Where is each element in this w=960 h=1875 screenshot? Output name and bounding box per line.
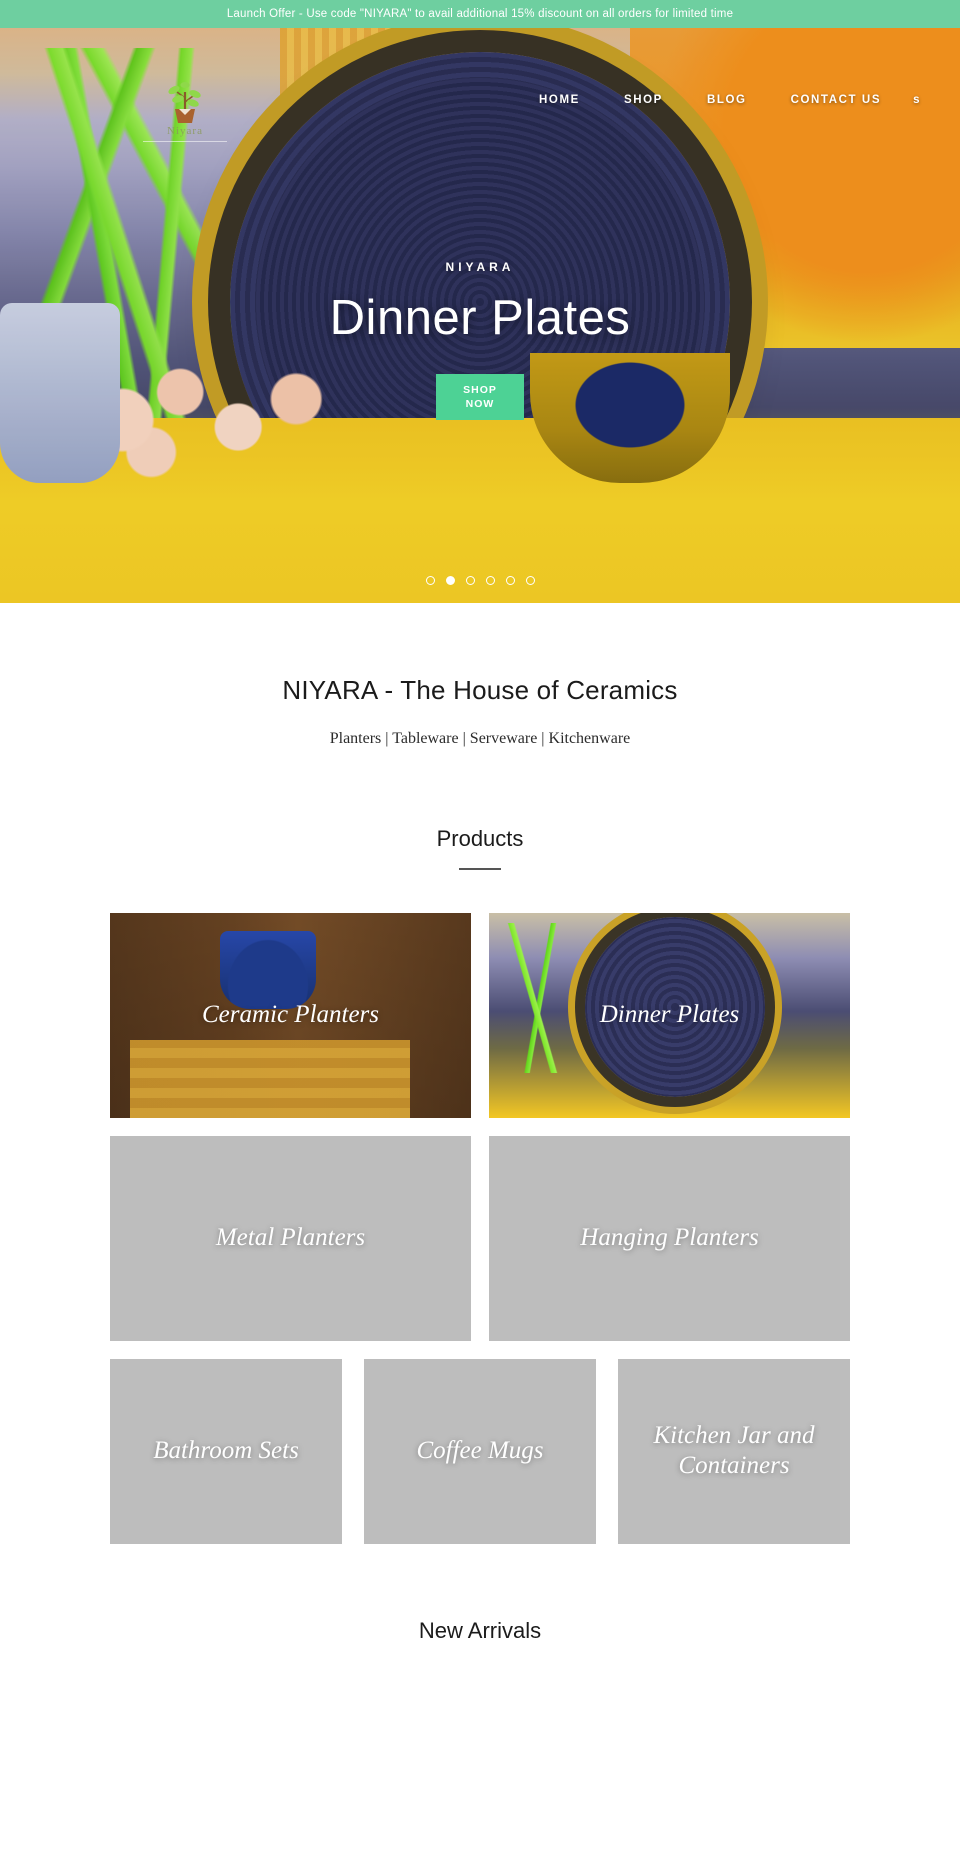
nav-item-contact-us[interactable]: CONTACT US	[769, 94, 904, 106]
shop-now-line2: NOW	[465, 398, 495, 410]
intro-subtitle: Planters | Tableware | Serveware | Kitch…	[329, 730, 631, 747]
shop-now-line1: SHOP	[463, 383, 497, 396]
product-tile-bathroom-sets[interactable]: Bathroom Sets	[110, 1358, 342, 1544]
product-tile-kitchen-jar-and-containers[interactable]: Kitchen Jar and Containers	[618, 1358, 850, 1544]
new-arrivals-title: New Arrivals	[418, 1617, 542, 1643]
intro-section: NIYARA - The House of Ceramics Planters …	[0, 603, 960, 748]
hero-carousel: Niyara HOME SHOP BLOG CONTACT US s NIYAR…	[0, 28, 960, 603]
new-arrivals-section: New Arrivals	[0, 1562, 960, 1644]
nav-item-home[interactable]: HOME	[517, 94, 602, 106]
main-navigation: HOME SHOP BLOG CONTACT US s	[517, 94, 926, 106]
products-row-2: Metal Planters Hanging Planters	[110, 1135, 850, 1341]
logo-underline	[143, 141, 227, 142]
product-tile-label: Kitchen Jar and Containers	[653, 1422, 815, 1479]
product-tile-label: Hanging Planters	[580, 1224, 759, 1251]
products-grid: Ceramic Planters Dinner Plates Metal Pla…	[110, 912, 850, 1544]
site-header: Niyara HOME SHOP BLOG CONTACT US s	[0, 28, 960, 142]
carousel-dots	[0, 576, 960, 585]
product-tile-label: Bathroom Sets	[153, 1437, 299, 1464]
announcement-bar: Launch Offer - Use code "NIYARA" to avai…	[0, 0, 960, 28]
seedling-in-pot-icon	[157, 78, 213, 124]
product-tile-label: Ceramic Planters	[201, 1001, 380, 1028]
product-tile-hanging-planters[interactable]: Hanging Planters	[489, 1135, 850, 1341]
hero-title: Dinner Plates	[329, 291, 631, 345]
carousel-dot-5[interactable]	[505, 576, 515, 585]
logo-wordmark: Niyara	[167, 125, 203, 137]
product-tile-coffee-mugs[interactable]: Coffee Mugs	[364, 1358, 596, 1544]
nav-item-shop[interactable]: SHOP	[602, 94, 685, 106]
product-tile-label: Coffee Mugs	[416, 1437, 544, 1464]
nav-item-overflow[interactable]: s	[903, 94, 926, 106]
products-title-divider	[459, 868, 501, 870]
announcement-text: Launch Offer - Use code "NIYARA" to avai…	[226, 8, 734, 20]
carousel-dot-1[interactable]	[425, 576, 435, 585]
product-tile-metal-planters[interactable]: Metal Planters	[110, 1135, 471, 1341]
product-tile-label: Metal Planters	[215, 1224, 366, 1251]
carousel-dot-6[interactable]	[525, 576, 535, 585]
carousel-dot-4[interactable]	[485, 576, 495, 585]
intro-title: NIYARA - The House of Ceramics	[282, 675, 678, 705]
product-tile-label: Dinner Plates	[599, 1001, 740, 1028]
carousel-dot-3[interactable]	[465, 576, 475, 585]
products-row-1: Ceramic Planters Dinner Plates	[110, 912, 850, 1118]
product-tile-ceramic-planters[interactable]: Ceramic Planters	[110, 912, 471, 1118]
shop-now-button[interactable]: SHOP NOW	[436, 374, 524, 420]
site-logo[interactable]: Niyara	[130, 78, 240, 142]
product-tile-dinner-plates[interactable]: Dinner Plates	[489, 912, 850, 1118]
products-row-3: Bathroom Sets Coffee Mugs Kitchen Jar an…	[110, 1358, 850, 1544]
hero-eyebrow: NIYARA	[445, 260, 515, 274]
products-section: Products Ceramic Planters Dinner Plates …	[0, 748, 960, 1544]
hero-content: NIYARA Dinner Plates SHOP NOW	[0, 260, 960, 420]
products-title: Products	[436, 826, 524, 851]
carousel-dot-2[interactable]	[445, 576, 455, 585]
nav-item-blog[interactable]: BLOG	[685, 94, 769, 106]
